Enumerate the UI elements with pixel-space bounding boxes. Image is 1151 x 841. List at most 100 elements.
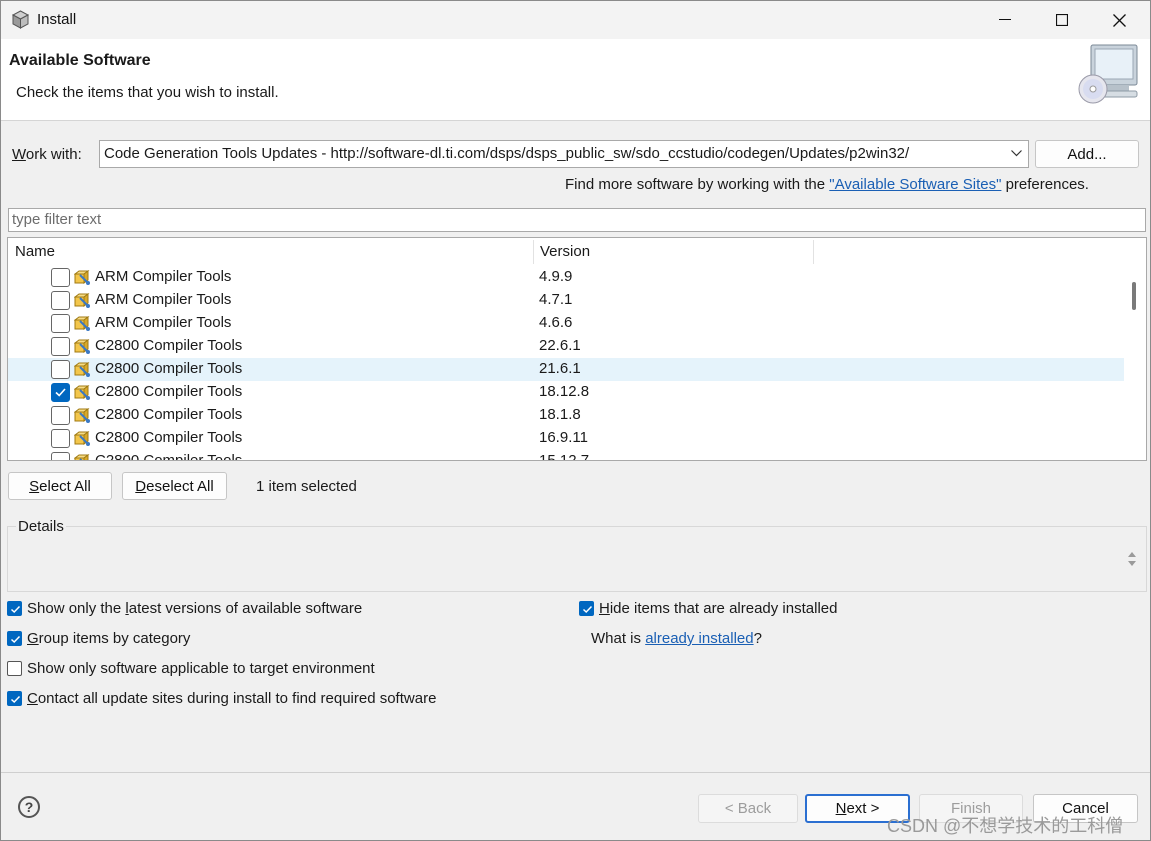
install-window: Install Available Software Check the ite… [0, 0, 1151, 841]
option-contact-sites[interactable]: Contact all update sites during install … [7, 688, 436, 708]
back-button-label: < Back [724, 800, 772, 817]
page-subtitle: Check the items that you wish to install… [16, 84, 279, 101]
work-with-combo[interactable]: Code Generation Tools Updates - http://s… [99, 140, 1029, 168]
row-checkbox[interactable] [51, 291, 70, 310]
table-row[interactable]: C2800 Compiler Tools 21.6.1 [8, 358, 1124, 381]
option-applicable-target[interactable]: Show only software applicable to target … [7, 658, 375, 678]
selection-status: 1 item selected [256, 478, 357, 495]
row-name: C2800 Compiler Tools [95, 429, 243, 446]
feature-package-icon [73, 361, 91, 378]
work-with-label: Work with: [12, 146, 82, 163]
applicable-target-checkbox[interactable] [7, 660, 22, 676]
available-software-sites-link[interactable]: "Available Software Sites" [829, 176, 1001, 193]
row-name: C2800 Compiler Tools [95, 452, 243, 461]
filter-input[interactable]: type filter text [8, 208, 1146, 232]
maximize-button[interactable] [1034, 1, 1090, 39]
table-row[interactable]: C2800 Compiler Tools 15.12.7 [8, 450, 1124, 461]
select-all-label: Select All [29, 477, 91, 495]
row-name: C2800 Compiler Tools [95, 337, 243, 354]
select-all-button[interactable]: Select All [8, 472, 112, 500]
feature-package-icon [73, 453, 91, 460]
title-bar: Install [1, 1, 1150, 39]
table-row[interactable]: ARM Compiler Tools 4.7.1 [8, 289, 1124, 312]
column-divider[interactable] [533, 240, 534, 264]
add-site-button[interactable]: Add... [1035, 140, 1139, 168]
row-version: 15.12.7 [539, 452, 590, 461]
row-version: 21.6.1 [539, 360, 581, 377]
row-checkbox[interactable] [51, 406, 70, 425]
page-title: Available Software [9, 52, 151, 69]
row-version: 18.1.8 [539, 406, 581, 423]
row-version: 18.12.8 [539, 383, 590, 400]
table-row[interactable]: ARM Compiler Tools 4.9.9 [8, 266, 1124, 289]
details-label: Details [16, 518, 66, 535]
close-icon [1112, 13, 1126, 27]
already-installed-link[interactable]: already installed [645, 630, 753, 647]
minimize-icon [999, 19, 1011, 20]
feature-package-icon [73, 384, 91, 401]
row-name: C2800 Compiler Tools [95, 406, 243, 423]
footer-divider [1, 772, 1150, 773]
table-scrollbar[interactable] [1124, 238, 1146, 460]
row-checkbox[interactable] [51, 314, 70, 333]
table-row[interactable]: C2800 Compiler Tools 18.1.8 [8, 404, 1124, 427]
hide-installed-checkbox[interactable] [579, 600, 594, 616]
applicable-target-label: Show only software applicable to target … [27, 659, 375, 677]
row-checkbox[interactable] [51, 337, 70, 356]
table-row[interactable]: C2800 Compiler Tools 18.12.8 [8, 381, 1124, 404]
feature-package-icon [73, 292, 91, 309]
column-header-version[interactable]: Version [540, 243, 590, 260]
what-is-installed-text: What is already installed? [591, 630, 762, 647]
feature-package-icon [73, 407, 91, 424]
minimize-button[interactable] [977, 1, 1033, 39]
contact-sites-checkbox[interactable] [7, 690, 22, 706]
option-group-by-category[interactable]: Group items by category [7, 628, 190, 648]
row-checkbox[interactable] [51, 360, 70, 379]
monitor-cd-icon [1078, 44, 1138, 104]
work-with-value: Code Generation Tools Updates - http://s… [104, 145, 910, 162]
find-more-text: Find more software by working with the "… [565, 176, 1089, 193]
row-checkbox[interactable] [51, 429, 70, 448]
filter-placeholder: type filter text [12, 211, 102, 228]
group-by-category-checkbox[interactable] [7, 630, 22, 646]
table-row[interactable]: C2800 Compiler Tools 22.6.1 [8, 335, 1124, 358]
row-checkbox[interactable] [51, 383, 70, 402]
group-by-category-label: Group items by category [27, 629, 191, 647]
option-latest-versions[interactable]: Show only the latest versions of availab… [7, 598, 362, 618]
option-hide-installed[interactable]: Hide items that are already installed [579, 598, 837, 618]
back-button[interactable]: < Back [698, 794, 798, 823]
row-version: 4.9.9 [539, 268, 573, 285]
help-icon[interactable]: ? [18, 796, 40, 818]
details-scroll-arrows-icon[interactable] [1126, 549, 1138, 569]
row-checkbox[interactable] [51, 268, 70, 287]
table-header: Name Version [8, 238, 1124, 266]
window-title: Install [37, 11, 77, 28]
maximize-icon [1056, 14, 1068, 26]
column-divider[interactable] [813, 240, 814, 264]
feature-package-icon [73, 315, 91, 332]
details-group [7, 526, 1147, 592]
deselect-all-label: Deselect All [135, 477, 214, 495]
close-button[interactable] [1091, 1, 1147, 39]
row-checkbox[interactable] [51, 452, 70, 460]
feature-package-icon [73, 430, 91, 447]
install-package-icon [11, 10, 30, 29]
find-more-suffix: preferences. [1001, 176, 1089, 193]
feature-package-icon [73, 269, 91, 286]
row-name: ARM Compiler Tools [95, 268, 232, 285]
row-version: 4.7.1 [539, 291, 573, 308]
table-row[interactable]: ARM Compiler Tools 4.6.6 [8, 312, 1124, 335]
latest-versions-label: Show only the latest versions of availab… [27, 599, 363, 617]
row-name: ARM Compiler Tools [95, 314, 232, 331]
hide-installed-label: Hide items that are already installed [599, 599, 838, 617]
feature-package-icon [73, 338, 91, 355]
scrollbar-thumb[interactable] [1132, 282, 1136, 310]
software-tree-table[interactable]: Name Version ARM Compiler Tools 4.9.9 ARM … [7, 237, 1147, 461]
latest-versions-checkbox[interactable] [7, 600, 22, 616]
row-name: C2800 Compiler Tools [95, 383, 243, 400]
watermark: CSDN @不想学技术的工科僧 [887, 816, 1124, 836]
deselect-all-button[interactable]: Deselect All [122, 472, 227, 500]
column-header-name[interactable]: Name [15, 243, 55, 260]
table-row[interactable]: C2800 Compiler Tools 16.9.11 [8, 427, 1124, 450]
next-button-label: Next > [835, 800, 880, 817]
